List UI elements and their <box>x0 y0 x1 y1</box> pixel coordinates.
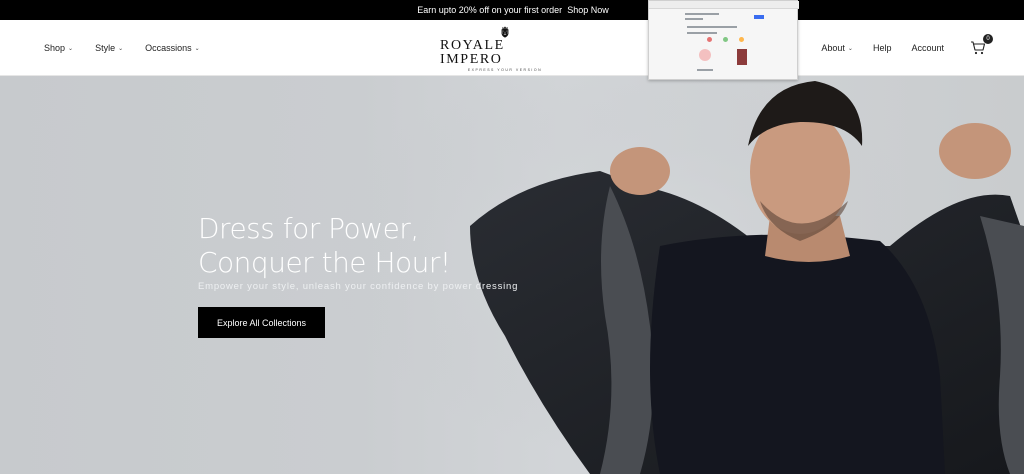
popup-line <box>685 13 719 15</box>
popup-dot <box>707 37 712 42</box>
nav-help[interactable]: Help <box>873 43 892 53</box>
nav-style[interactable]: Style ⌄ <box>95 43 123 53</box>
announcement-bar: Earn upto 20% off on your first order Sh… <box>0 0 1024 20</box>
popup-dot <box>739 37 744 42</box>
brand-logo[interactable]: ROYALE IMPERO EXPRESS YOUR VERSION <box>440 26 570 72</box>
shop-now-link[interactable]: Shop Now <box>567 5 609 15</box>
nav-shop-label: Shop <box>44 43 66 53</box>
nav-account-label: Account <box>911 43 944 53</box>
popup-avatar <box>699 49 711 61</box>
nav-shop[interactable]: Shop ⌄ <box>44 43 73 53</box>
popup-line <box>685 18 703 20</box>
popup-line <box>697 69 713 71</box>
nav-occasions[interactable]: Occassions ⌄ <box>145 43 200 53</box>
hero-subtitle: Empower your style, unleash your confide… <box>198 281 519 292</box>
nav-help-label: Help <box>872 43 892 53</box>
hero-heading-line-2: Conquer the Hour! <box>198 246 451 279</box>
chevron-down-icon: ⌄ <box>847 46 853 52</box>
primary-nav: Shop ⌄ Style ⌄ Occassions ⌄ <box>44 20 200 76</box>
announcement-text: Earn upto 20% off on your first order <box>417 5 563 15</box>
nav-style-label: Style <box>95 43 116 53</box>
popup-line <box>687 26 737 28</box>
hero-heading: Dress for Power, Conquer the Hour! <box>198 212 538 280</box>
chevron-down-icon: ⌄ <box>118 46 124 52</box>
chevron-down-icon: ⌄ <box>194 46 200 52</box>
popup-dot <box>723 37 728 42</box>
popup-action-button[interactable] <box>754 15 764 19</box>
popup-line <box>687 32 717 34</box>
cart-button[interactable]: 0 <box>970 34 993 56</box>
explore-collections-button[interactable]: Explore All Collections <box>198 307 325 338</box>
brand-tagline: EXPRESS YOUR VERSION <box>467 68 543 72</box>
nav-account[interactable]: Account <box>911 43 944 53</box>
hero-heading-line-1: Dress for Power, <box>198 212 419 245</box>
brand-name: ROYALE IMPERO <box>440 38 505 67</box>
lion-crest-icon <box>501 26 509 38</box>
cart-count-badge: 0 <box>983 34 993 44</box>
popup-titlebar <box>649 1 799 9</box>
hero-banner: Dress for Power, Conquer the Hour! Empow… <box>0 76 1024 474</box>
secondary-nav: About ⌄ Help Account 0 <box>821 20 993 76</box>
browser-extension-popup[interactable] <box>648 0 799 80</box>
site-header: Shop ⌄ Style ⌄ Occassions ⌄ ROYALE IMPER… <box>0 20 1024 76</box>
nav-about[interactable]: About ⌄ <box>821 43 853 53</box>
chevron-down-icon: ⌄ <box>68 46 74 52</box>
nav-occasions-label: Occassions <box>145 43 192 53</box>
nav-about-label: About <box>821 43 845 53</box>
popup-thumbnail <box>737 49 747 65</box>
